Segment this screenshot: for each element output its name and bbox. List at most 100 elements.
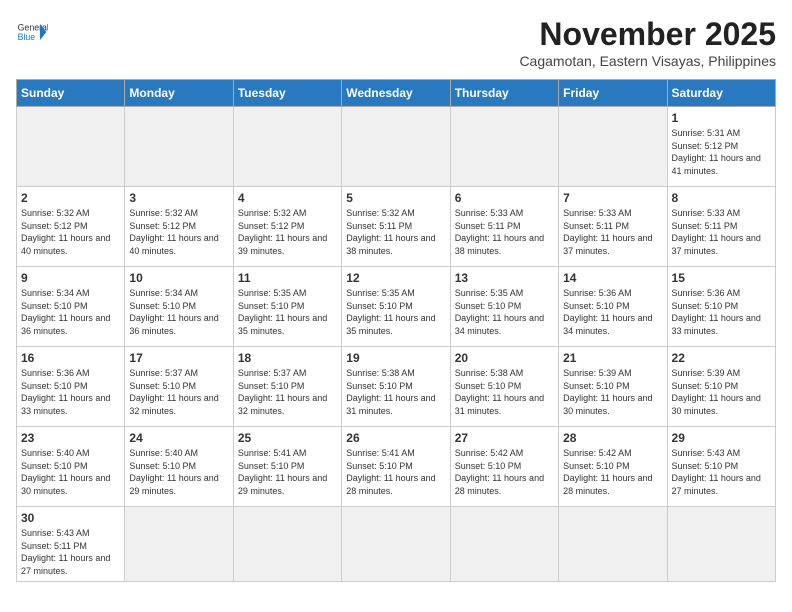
calendar-cell: 19 Sunrise: 5:38 AM Sunset: 5:10 PM Dayli… bbox=[342, 347, 450, 427]
day-info: Sunrise: 5:41 AM Sunset: 5:10 PM Dayligh… bbox=[238, 447, 337, 497]
day-info: Sunrise: 5:35 AM Sunset: 5:10 PM Dayligh… bbox=[455, 287, 554, 337]
day-number: 19 bbox=[346, 351, 445, 365]
location: Cagamotan, Eastern Visayas, Philippines bbox=[519, 53, 776, 69]
title-area: November 2025 Cagamotan, Eastern Visayas… bbox=[519, 16, 776, 69]
day-info: Sunrise: 5:32 AM Sunset: 5:12 PM Dayligh… bbox=[21, 207, 120, 257]
day-number: 11 bbox=[238, 271, 337, 285]
day-number: 18 bbox=[238, 351, 337, 365]
calendar-cell bbox=[233, 107, 341, 187]
calendar-cell: 9Sunrise: 5:34 AM Sunset: 5:10 PM Daylig… bbox=[17, 267, 125, 347]
day-number: 28 bbox=[563, 431, 662, 445]
day-number: 5 bbox=[346, 191, 445, 205]
day-number: 2 bbox=[21, 191, 120, 205]
day-number: 23 bbox=[21, 431, 120, 445]
day-number: 27 bbox=[455, 431, 554, 445]
day-info: Sunrise: 5:35 AM Sunset: 5:10 PM Dayligh… bbox=[346, 287, 445, 337]
day-number: 4 bbox=[238, 191, 337, 205]
calendar-cell: 14Sunrise: 5:36 AM Sunset: 5:10 PM Dayli… bbox=[559, 267, 667, 347]
calendar-cell: 5 Sunrise: 5:32 AM Sunset: 5:11 PM Daylig… bbox=[342, 187, 450, 267]
calendar-cell: 2 Sunrise: 5:32 AM Sunset: 5:12 PM Daylig… bbox=[17, 187, 125, 267]
day-info: Sunrise: 5:33 AM Sunset: 5:11 PM Dayligh… bbox=[672, 207, 771, 257]
calendar-cell bbox=[559, 107, 667, 187]
calendar-cell bbox=[342, 507, 450, 582]
day-info: Sunrise: 5:38 AM Sunset: 5:10 PM Dayligh… bbox=[346, 367, 445, 417]
weekday-header-sunday: Sunday bbox=[17, 80, 125, 107]
weekday-header-saturday: Saturday bbox=[667, 80, 775, 107]
calendar-cell: 27 Sunrise: 5:42 AM Sunset: 5:10 PM Dayli… bbox=[450, 427, 558, 507]
day-number: 1 bbox=[672, 111, 771, 125]
calendar-cell bbox=[342, 107, 450, 187]
weekday-header-thursday: Thursday bbox=[450, 80, 558, 107]
day-number: 6 bbox=[455, 191, 554, 205]
day-info: Sunrise: 5:43 AM Sunset: 5:11 PM Dayligh… bbox=[21, 527, 120, 577]
day-number: 22 bbox=[672, 351, 771, 365]
weekday-header-monday: Monday bbox=[125, 80, 233, 107]
calendar-cell bbox=[667, 507, 775, 582]
calendar-week-4: 16 Sunrise: 5:36 AM Sunset: 5:10 PM Dayli… bbox=[17, 347, 776, 427]
day-info: Sunrise: 5:32 AM Sunset: 5:12 PM Dayligh… bbox=[238, 207, 337, 257]
calendar-table: SundayMondayTuesdayWednesdayThursdayFrid… bbox=[16, 79, 776, 582]
day-number: 25 bbox=[238, 431, 337, 445]
day-info: Sunrise: 5:35 AM Sunset: 5:10 PM Dayligh… bbox=[238, 287, 337, 337]
day-info: Sunrise: 5:37 AM Sunset: 5:10 PM Dayligh… bbox=[238, 367, 337, 417]
calendar-cell bbox=[125, 107, 233, 187]
calendar-cell: 1 Sunrise: 5:31 AM Sunset: 5:12 PM Daylig… bbox=[667, 107, 775, 187]
weekday-header-wednesday: Wednesday bbox=[342, 80, 450, 107]
day-number: 9 bbox=[21, 271, 120, 285]
svg-text:Blue: Blue bbox=[18, 32, 36, 42]
calendar-cell: 29Sunrise: 5:43 AM Sunset: 5:10 PM Dayli… bbox=[667, 427, 775, 507]
day-info: Sunrise: 5:43 AM Sunset: 5:10 PM Dayligh… bbox=[672, 447, 771, 497]
day-info: Sunrise: 5:40 AM Sunset: 5:10 PM Dayligh… bbox=[21, 447, 120, 497]
weekday-header-tuesday: Tuesday bbox=[233, 80, 341, 107]
calendar-cell: 30Sunrise: 5:43 AM Sunset: 5:11 PM Dayli… bbox=[17, 507, 125, 582]
day-info: Sunrise: 5:40 AM Sunset: 5:10 PM Dayligh… bbox=[129, 447, 228, 497]
day-info: Sunrise: 5:42 AM Sunset: 5:10 PM Dayligh… bbox=[563, 447, 662, 497]
day-info: Sunrise: 5:34 AM Sunset: 5:10 PM Dayligh… bbox=[129, 287, 228, 337]
calendar-cell: 15 Sunrise: 5:36 AM Sunset: 5:10 PM Dayli… bbox=[667, 267, 775, 347]
calendar-week-1: 1 Sunrise: 5:31 AM Sunset: 5:12 PM Daylig… bbox=[17, 107, 776, 187]
calendar-cell: 13Sunrise: 5:35 AM Sunset: 5:10 PM Dayli… bbox=[450, 267, 558, 347]
logo-icon: General Blue bbox=[16, 16, 48, 48]
day-info: Sunrise: 5:42 AM Sunset: 5:10 PM Dayligh… bbox=[455, 447, 554, 497]
day-number: 24 bbox=[129, 431, 228, 445]
calendar-cell: 24 Sunrise: 5:40 AM Sunset: 5:10 PM Dayli… bbox=[125, 427, 233, 507]
day-info: Sunrise: 5:36 AM Sunset: 5:10 PM Dayligh… bbox=[672, 287, 771, 337]
calendar-cell: 10 Sunrise: 5:34 AM Sunset: 5:10 PM Dayli… bbox=[125, 267, 233, 347]
calendar-body: 1 Sunrise: 5:31 AM Sunset: 5:12 PM Daylig… bbox=[17, 107, 776, 582]
calendar-cell: 6Sunrise: 5:33 AM Sunset: 5:11 PM Daylig… bbox=[450, 187, 558, 267]
calendar-cell: 28 Sunrise: 5:42 AM Sunset: 5:10 PM Dayli… bbox=[559, 427, 667, 507]
day-info: Sunrise: 5:37 AM Sunset: 5:10 PM Dayligh… bbox=[129, 367, 228, 417]
header: General Blue November 2025 Cagamotan, Ea… bbox=[16, 16, 776, 69]
day-number: 15 bbox=[672, 271, 771, 285]
day-number: 26 bbox=[346, 431, 445, 445]
day-info: Sunrise: 5:32 AM Sunset: 5:11 PM Dayligh… bbox=[346, 207, 445, 257]
calendar-cell bbox=[450, 107, 558, 187]
day-number: 8 bbox=[672, 191, 771, 205]
calendar-cell bbox=[450, 507, 558, 582]
day-info: Sunrise: 5:33 AM Sunset: 5:11 PM Dayligh… bbox=[563, 207, 662, 257]
calendar-cell: 18 Sunrise: 5:37 AM Sunset: 5:10 PM Dayli… bbox=[233, 347, 341, 427]
day-number: 17 bbox=[129, 351, 228, 365]
calendar-cell: 17 Sunrise: 5:37 AM Sunset: 5:10 PM Dayli… bbox=[125, 347, 233, 427]
calendar-cell bbox=[17, 107, 125, 187]
calendar-cell: 26Sunrise: 5:41 AM Sunset: 5:10 PM Dayli… bbox=[342, 427, 450, 507]
day-info: Sunrise: 5:31 AM Sunset: 5:12 PM Dayligh… bbox=[672, 127, 771, 177]
day-number: 21 bbox=[563, 351, 662, 365]
calendar-week-2: 2 Sunrise: 5:32 AM Sunset: 5:12 PM Daylig… bbox=[17, 187, 776, 267]
calendar-cell: 21Sunrise: 5:39 AM Sunset: 5:10 PM Dayli… bbox=[559, 347, 667, 427]
calendar-week-3: 9 Sunrise: 5:34 AM Sunset: 5:10 PM Daylig… bbox=[17, 267, 776, 347]
calendar-cell: 3Sunrise: 5:32 AM Sunset: 5:12 PM Daylig… bbox=[125, 187, 233, 267]
day-info: Sunrise: 5:36 AM Sunset: 5:10 PM Dayligh… bbox=[21, 367, 120, 417]
calendar-cell bbox=[125, 507, 233, 582]
day-number: 10 bbox=[129, 271, 228, 285]
day-number: 16 bbox=[21, 351, 120, 365]
logo: General Blue bbox=[16, 16, 48, 48]
calendar-cell: 12 Sunrise: 5:35 AM Sunset: 5:10 PM Dayli… bbox=[342, 267, 450, 347]
day-number: 20 bbox=[455, 351, 554, 365]
calendar-cell: 8 Sunrise: 5:33 AM Sunset: 5:11 PM Daylig… bbox=[667, 187, 775, 267]
day-number: 12 bbox=[346, 271, 445, 285]
calendar-cell: 23 Sunrise: 5:40 AM Sunset: 5:10 PM Dayli… bbox=[17, 427, 125, 507]
day-number: 3 bbox=[129, 191, 228, 205]
calendar-cell: 22 Sunrise: 5:39 AM Sunset: 5:10 PM Dayli… bbox=[667, 347, 775, 427]
day-info: Sunrise: 5:39 AM Sunset: 5:10 PM Dayligh… bbox=[672, 367, 771, 417]
